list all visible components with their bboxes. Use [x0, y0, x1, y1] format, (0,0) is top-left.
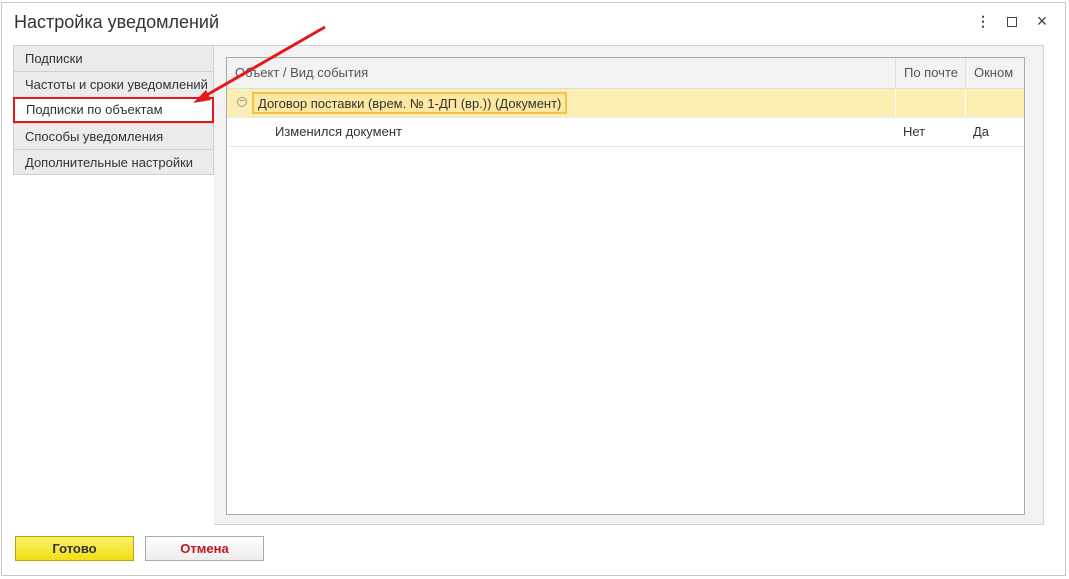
group-row-mail-cell [895, 89, 965, 117]
maximize-icon[interactable] [1002, 10, 1022, 32]
column-header-by-window[interactable]: Окном [965, 58, 1024, 88]
subscriptions-table[interactable]: Объект / Вид события По почте Окном − До… [226, 57, 1025, 515]
tab-object-subscriptions[interactable]: Подписки по объектам [13, 97, 214, 123]
more-options-icon[interactable]: ⋮ [973, 10, 993, 32]
group-row-document-label[interactable]: Договор поставки (врем. № 1-ДП (вр.)) (Д… [252, 92, 568, 114]
table-group-row[interactable]: − Договор поставки (врем. № 1-ДП (вр.)) … [227, 89, 1024, 118]
event-name: Изменился документ [275, 124, 402, 139]
row-mail-cell[interactable]: Нет [895, 118, 965, 146]
table-row[interactable]: Изменился документ Нет Да [227, 118, 1024, 147]
tab-additional-settings[interactable]: Дополнительные настройки [13, 149, 214, 175]
close-icon[interactable]: × [1032, 10, 1052, 32]
tab-notification-methods[interactable]: Способы уведомления [13, 123, 214, 149]
table-header: Объект / Вид события По почте Окном [227, 58, 1024, 89]
collapse-icon[interactable]: − [237, 97, 247, 107]
column-header-object[interactable]: Объект / Вид события [227, 58, 895, 88]
group-row-window-cell [965, 89, 1024, 117]
tab-subscriptions[interactable]: Подписки [13, 45, 214, 71]
cancel-button[interactable]: Отмена [145, 536, 264, 561]
tab-frequency-deadlines[interactable]: Частоты и сроки уведомлений [13, 71, 214, 97]
settings-tabs: Подписки Частоты и сроки уведомлений Под… [13, 45, 214, 175]
row-window-cell[interactable]: Да [965, 118, 1024, 146]
window-title: Настройка уведомлений [14, 12, 220, 32]
column-header-by-mail[interactable]: По почте [895, 58, 965, 88]
row-event-cell: Изменился документ [227, 118, 895, 146]
group-row-object-cell: − Договор поставки (врем. № 1-ДП (вр.)) … [227, 89, 895, 117]
ok-button[interactable]: Готово [15, 536, 134, 561]
